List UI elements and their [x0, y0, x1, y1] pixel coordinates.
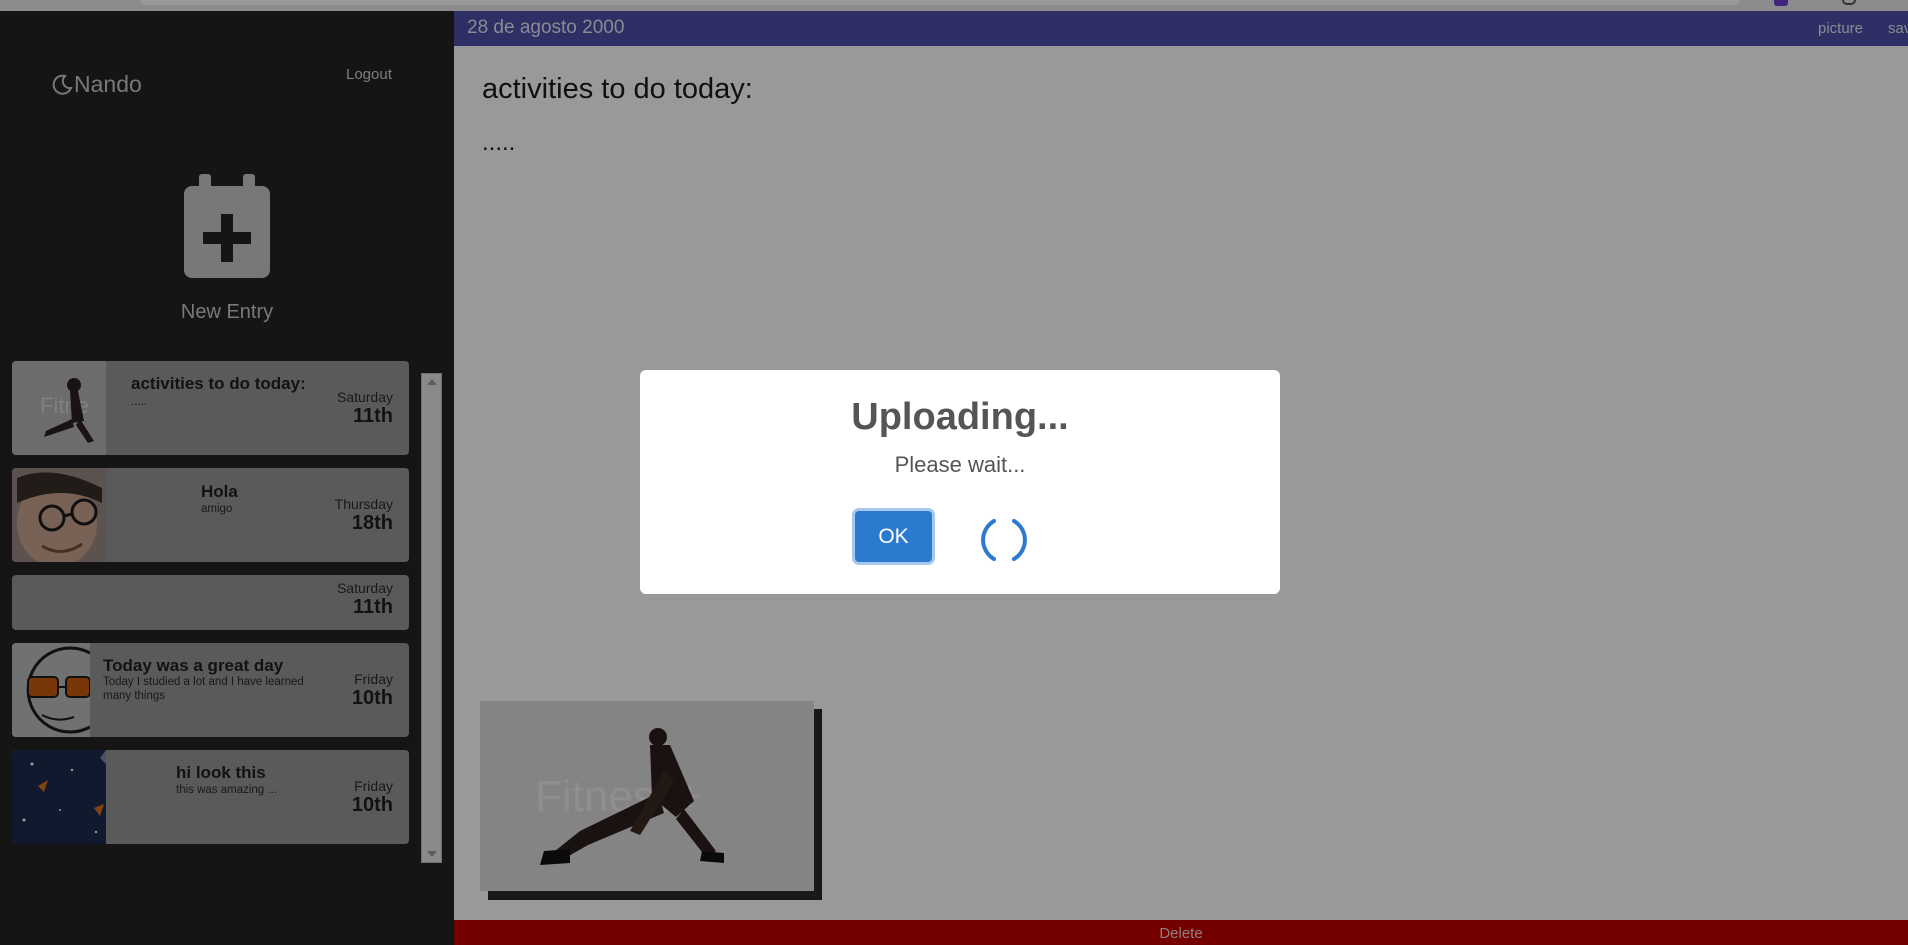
- loading-spinner-icon: [981, 519, 1027, 561]
- dialog-title: Uploading...: [851, 396, 1069, 438]
- upload-dialog: Uploading... Please wait... OK: [640, 370, 1280, 594]
- ok-button[interactable]: OK: [855, 511, 932, 562]
- dialog-message: Please wait...: [894, 452, 1026, 477]
